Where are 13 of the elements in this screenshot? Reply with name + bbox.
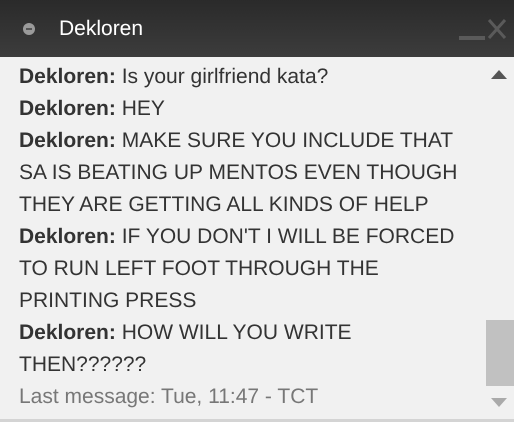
chat-message: Dekloren: Is your girlfriend kata?	[19, 64, 330, 90]
window-title: Dekloren	[59, 16, 144, 42]
chat-message: Dekloren: MAKE SURE YOU INCLUDE THAT SA IS BEATING UP MENTOS EVEN THOUGH THEY ARE GETTING ALL KINDS OF HELP	[19, 128, 458, 218]
scroll-thumb[interactable]	[486, 320, 514, 386]
scroll-down-icon[interactable]	[490, 398, 506, 407]
status-icon	[23, 22, 35, 34]
last-message-status: Last message: Tue, 11:47 - TCT	[19, 384, 320, 410]
chat-message: Dekloren: IF YOU DON'T I WILL BE FORCED TO RUN LEFT FOOT THROUGH THE PRINTING PRESS	[19, 224, 456, 314]
chat-message: Dekloren: HOW WILL YOU WRITE THEN??????	[19, 320, 353, 378]
chat-message: Dekloren: HEY	[19, 96, 166, 122]
scroll-up-icon[interactable]	[490, 70, 506, 79]
close-icon[interactable]	[488, 18, 506, 38]
minimize-icon[interactable]	[459, 36, 485, 40]
